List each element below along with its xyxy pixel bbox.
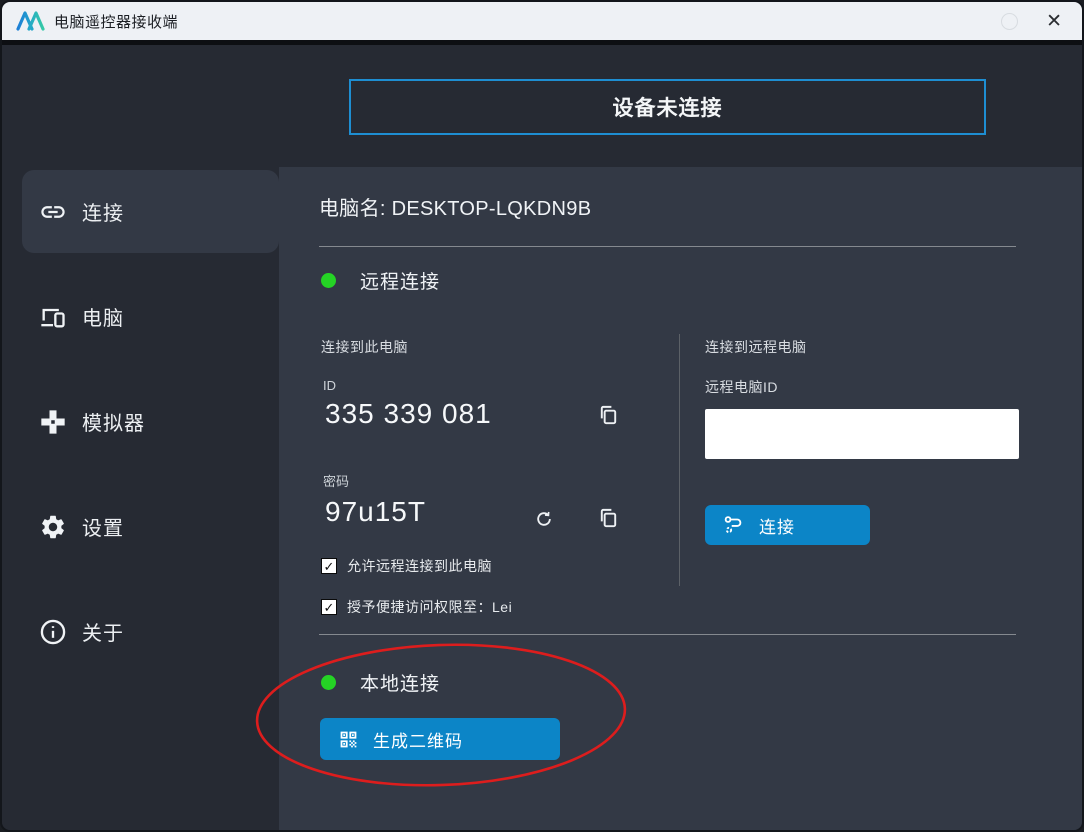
divider: [319, 246, 1016, 247]
copy-icon: [597, 404, 620, 427]
status-dot: [321, 675, 336, 690]
divider: [319, 634, 1016, 635]
gamepad-icon: [38, 407, 68, 437]
app-window: 电脑遥控器接收端 ✕ Lei 设备未连接 连接: [0, 0, 1084, 832]
remote-id-input-label: 远程电脑ID: [705, 377, 778, 397]
column-divider: [679, 334, 680, 586]
sidebar-item-about[interactable]: 关于: [2, 590, 279, 673]
window-title: 电脑遥控器接收端: [54, 11, 178, 32]
sidebar-item-label: 模拟器: [82, 407, 145, 436]
devices-icon: [38, 302, 68, 332]
connect-button[interactable]: 连接: [705, 505, 870, 545]
remote-section-title: 远程连接: [360, 267, 440, 294]
link-icon: [38, 197, 68, 227]
status-dot: [321, 273, 336, 288]
sidebar-item-computer[interactable]: 电脑: [2, 275, 279, 358]
sidebar-item-emulator[interactable]: 模拟器: [2, 380, 279, 463]
local-section-header: 本地连接: [321, 669, 440, 696]
qr-code-icon: [338, 729, 359, 750]
sidebar-item-label: 关于: [82, 617, 124, 646]
allow-remote-checkbox-label: 允许远程连接到此电脑: [347, 556, 492, 576]
grant-access-checkbox-row[interactable]: ✓ 授予便捷访问权限至：Lei: [321, 597, 512, 617]
checkbox-checked-icon[interactable]: ✓: [321, 599, 337, 615]
sidebar-item-label: 电脑: [82, 302, 124, 331]
device-status-banner: 设备未连接: [349, 79, 986, 135]
computer-name: 电脑名: DESKTOP-LQKDN9B: [319, 192, 591, 221]
connect-to-this-pc-heading: 连接到此电脑: [321, 337, 408, 357]
local-section-title: 本地连接: [360, 669, 440, 696]
titlebar: 电脑遥控器接收端 ✕: [2, 2, 1082, 40]
refresh-password-button[interactable]: [534, 509, 554, 529]
remote-id-input[interactable]: [705, 409, 1019, 459]
app-logo-icon: [16, 10, 46, 32]
device-id-value: 335 339 081: [325, 398, 492, 430]
sidebar-item-label: 连接: [82, 197, 124, 226]
sidebar: 连接 电脑 模拟器: [2, 45, 279, 830]
id-label: ID: [323, 378, 336, 393]
allow-remote-checkbox-row[interactable]: ✓ 允许远程连接到此电脑: [321, 556, 492, 576]
connect-to-remote-pc-heading: 连接到远程电脑: [705, 337, 807, 357]
connect-button-label: 连接: [759, 513, 795, 538]
main-panel: 电脑名: DESKTOP-LQKDN9B 远程连接 连接到此电脑 ID 335 …: [279, 167, 1082, 830]
password-value: 97u15T: [325, 496, 426, 528]
close-button[interactable]: ✕: [1040, 10, 1068, 33]
generate-qr-button-label: 生成二维码: [373, 727, 463, 752]
pin-icon[interactable]: [1001, 13, 1018, 30]
checkbox-checked-icon[interactable]: ✓: [321, 558, 337, 574]
route-icon: [723, 514, 745, 536]
sidebar-item-connect[interactable]: 连接: [22, 170, 279, 253]
copy-password-button[interactable]: [597, 507, 620, 530]
info-icon: [38, 617, 68, 647]
refresh-icon: [534, 509, 554, 529]
generate-qr-button[interactable]: 生成二维码: [320, 718, 560, 760]
grant-access-checkbox-label: 授予便捷访问权限至：Lei: [347, 597, 512, 617]
password-label: 密码: [323, 471, 349, 490]
sidebar-item-settings[interactable]: 设置: [2, 485, 279, 568]
gear-icon: [38, 512, 68, 542]
remote-section-header: 远程连接: [321, 267, 440, 294]
sidebar-item-label: 设置: [82, 512, 124, 541]
copy-icon: [597, 507, 620, 530]
copy-id-button[interactable]: [597, 404, 620, 427]
